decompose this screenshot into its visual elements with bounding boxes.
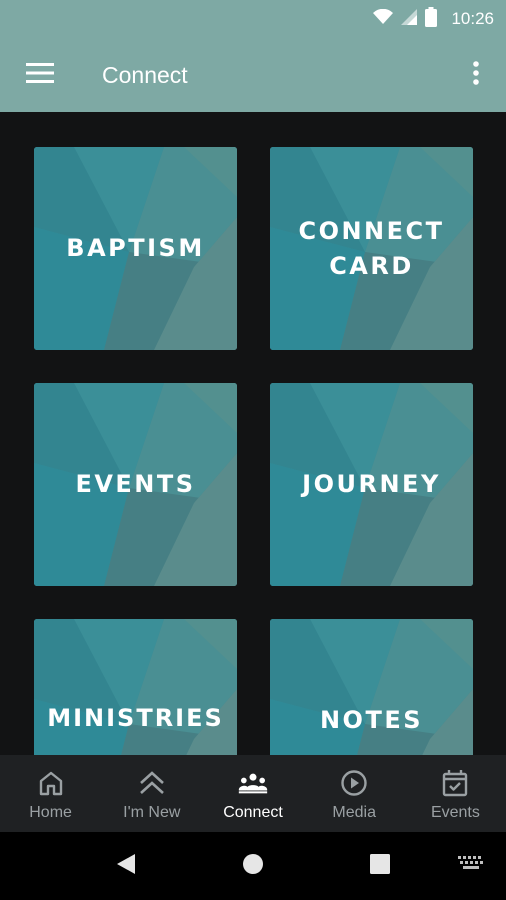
hamburger-menu-icon [26,62,54,89]
tile-label: BAPTISM [66,234,205,262]
system-navigation-bar [0,832,506,900]
tile-label: MINISTRIES [47,704,224,732]
double-chevron-up-icon [137,768,167,798]
status-bar: 10:26 [0,0,506,38]
nav-label: I'm New [123,804,181,821]
keyboard-icon [458,855,484,877]
tile-label: CONNECT CARD [298,216,445,280]
tile-ministries[interactable]: MINISTRIES [34,619,237,755]
bottom-navigation: Home I'm New Connect Media Events [0,755,506,832]
nav-home[interactable]: Home [0,755,101,832]
more-vert-icon [472,60,480,91]
tile-label: EVENTS [75,470,196,498]
back-triangle-icon [116,853,136,880]
menu-button[interactable] [0,38,80,112]
connect-grid: BAPTISM CONNECT CARD EVENTS JOURNEY MINI… [0,112,506,755]
wifi-icon [373,8,394,30]
app-screen: 10:26 Connect BAPTISM CONNECT CARD EVENT… [0,0,506,900]
status-clock: 10:26 [451,9,494,28]
home-icon [36,768,66,798]
system-recents-button[interactable] [345,832,415,900]
tile-label: NOTES [319,706,424,734]
tile-notes[interactable]: NOTES [270,619,473,755]
battery-icon [425,6,438,32]
tile-connect-card[interactable]: CONNECT CARD [270,147,473,350]
system-back-button[interactable] [91,832,161,900]
tile-journey[interactable]: JOURNEY [270,383,473,586]
app-bar: Connect [0,38,506,112]
overflow-menu-button[interactable] [446,38,506,112]
nav-label: Home [29,804,72,821]
tile-label: JOURNEY [302,470,441,498]
home-circle-icon [242,853,264,880]
tile-events[interactable]: EVENTS [34,383,237,586]
keyboard-switch-button[interactable] [436,832,506,900]
nav-label: Connect [223,804,283,821]
system-home-button[interactable] [218,832,288,900]
nav-events[interactable]: Events [405,755,506,832]
nav-label: Media [332,804,376,821]
nav-im-new[interactable]: I'm New [101,755,202,832]
page-title: Connect [102,61,188,88]
nav-connect[interactable]: Connect [202,755,303,832]
tile-baptism[interactable]: BAPTISM [34,147,237,350]
recents-square-icon [370,853,390,879]
play-circle-icon [339,768,369,798]
people-group-icon [238,768,268,798]
nav-media[interactable]: Media [304,755,405,832]
nav-label: Events [430,804,480,821]
calendar-check-icon [440,768,470,798]
cell-signal-icon [401,8,418,30]
